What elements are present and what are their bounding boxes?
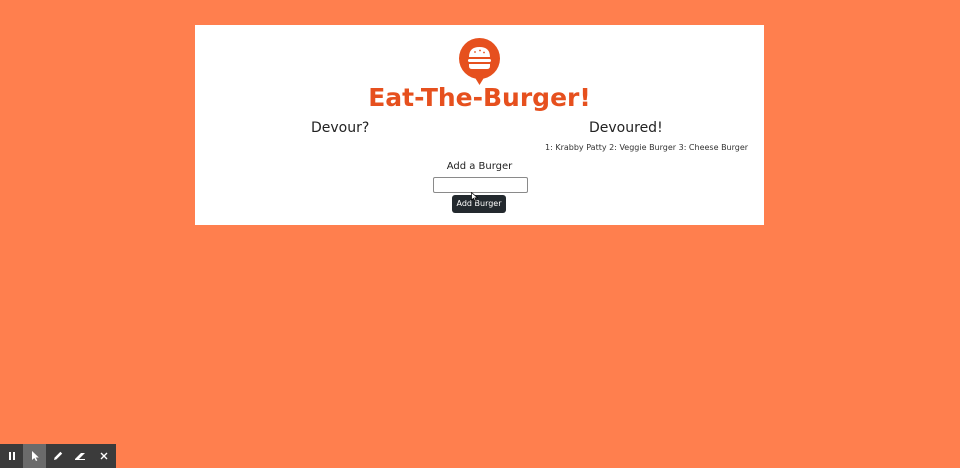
devour-heading: Devour? <box>311 120 370 136</box>
close-icon <box>100 452 107 460</box>
pointer-icon <box>31 451 39 461</box>
burger-chat-bubble-icon <box>459 38 500 85</box>
add-burger-button[interactable]: Add Burger <box>452 195 506 213</box>
eraser-icon <box>75 453 85 460</box>
pause-icon <box>8 452 15 460</box>
mouse-cursor-icon <box>471 192 479 202</box>
pointer-tool-button[interactable] <box>23 444 46 468</box>
pen-tool-button[interactable] <box>46 444 69 468</box>
add-burger-label: Add a Burger <box>446 161 513 172</box>
pause-button[interactable] <box>0 444 23 468</box>
eraser-tool-button[interactable] <box>69 444 92 468</box>
main-card: Eat-The-Burger! Devour? Devoured! 1: Kra… <box>195 25 764 225</box>
devoured-list: 1: Krabby Patty 2: Veggie Burger 3: Chee… <box>545 143 749 152</box>
pen-icon <box>53 451 62 460</box>
page-title: Eat-The-Burger! <box>368 83 591 112</box>
burger-name-input[interactable] <box>433 177 528 193</box>
devoured-heading: Devoured! <box>589 120 663 136</box>
close-toolbar-button[interactable] <box>92 444 115 468</box>
annotation-toolbar <box>0 444 116 468</box>
